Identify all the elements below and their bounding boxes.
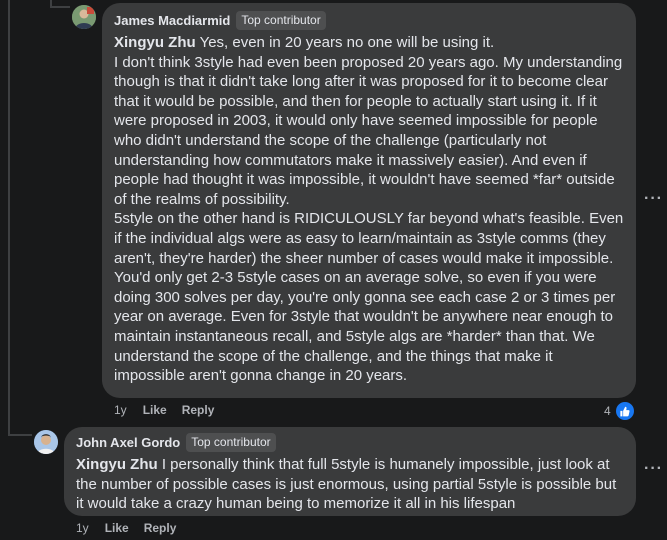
like-button[interactable]: Like <box>143 403 167 417</box>
reaction-summary[interactable]: 4 <box>604 400 636 422</box>
mention-link[interactable]: Xingyu Zhu <box>76 456 158 473</box>
thread-line-top-curve <box>50 6 70 8</box>
profile-photo-icon <box>72 5 96 29</box>
comment-paragraph: I don't think 3style had even been propo… <box>114 53 623 208</box>
comment-text: Xingyu Zhu Yes, even in 20 years no one … <box>114 34 624 385</box>
top-contributor-badge: Top contributor <box>186 433 276 452</box>
top-contributor-badge: Top contributor <box>236 11 326 30</box>
comment-paragraph: 5style on the other hand is RIDICULOUSLY… <box>114 210 624 385</box>
thumbs-up-icon <box>613 400 636 422</box>
reply-button[interactable]: Reply <box>144 521 177 535</box>
more-options-icon[interactable]: ··· <box>644 190 663 208</box>
comment-author[interactable]: John Axel Gordo <box>76 435 180 450</box>
comment-text: Xingyu Zhu I personally think that full … <box>76 456 617 513</box>
comment-bubble: John Axel Gordo Top contributor Xingyu Z… <box>64 427 636 516</box>
thread-line-left <box>8 0 10 434</box>
comment-bubble: James Macdiarmid Top contributor Xingyu … <box>102 3 636 398</box>
comment-actions: 1y Like Reply <box>114 403 229 417</box>
like-button[interactable]: Like <box>105 521 129 535</box>
timestamp[interactable]: 1y <box>76 521 89 535</box>
comment-author[interactable]: James Macdiarmid <box>114 13 230 28</box>
profile-photo-icon <box>34 430 58 454</box>
more-options-icon[interactable]: ··· <box>644 460 663 478</box>
reaction-count: 4 <box>604 404 611 418</box>
avatar[interactable] <box>34 430 58 454</box>
thread-line-branch <box>8 434 32 436</box>
timestamp[interactable]: 1y <box>114 403 127 417</box>
mention-link[interactable]: Xingyu Zhu <box>114 34 196 51</box>
reply-button[interactable]: Reply <box>182 403 215 417</box>
avatar[interactable] <box>72 5 96 29</box>
comment-actions: 1y Like Reply <box>76 521 191 535</box>
